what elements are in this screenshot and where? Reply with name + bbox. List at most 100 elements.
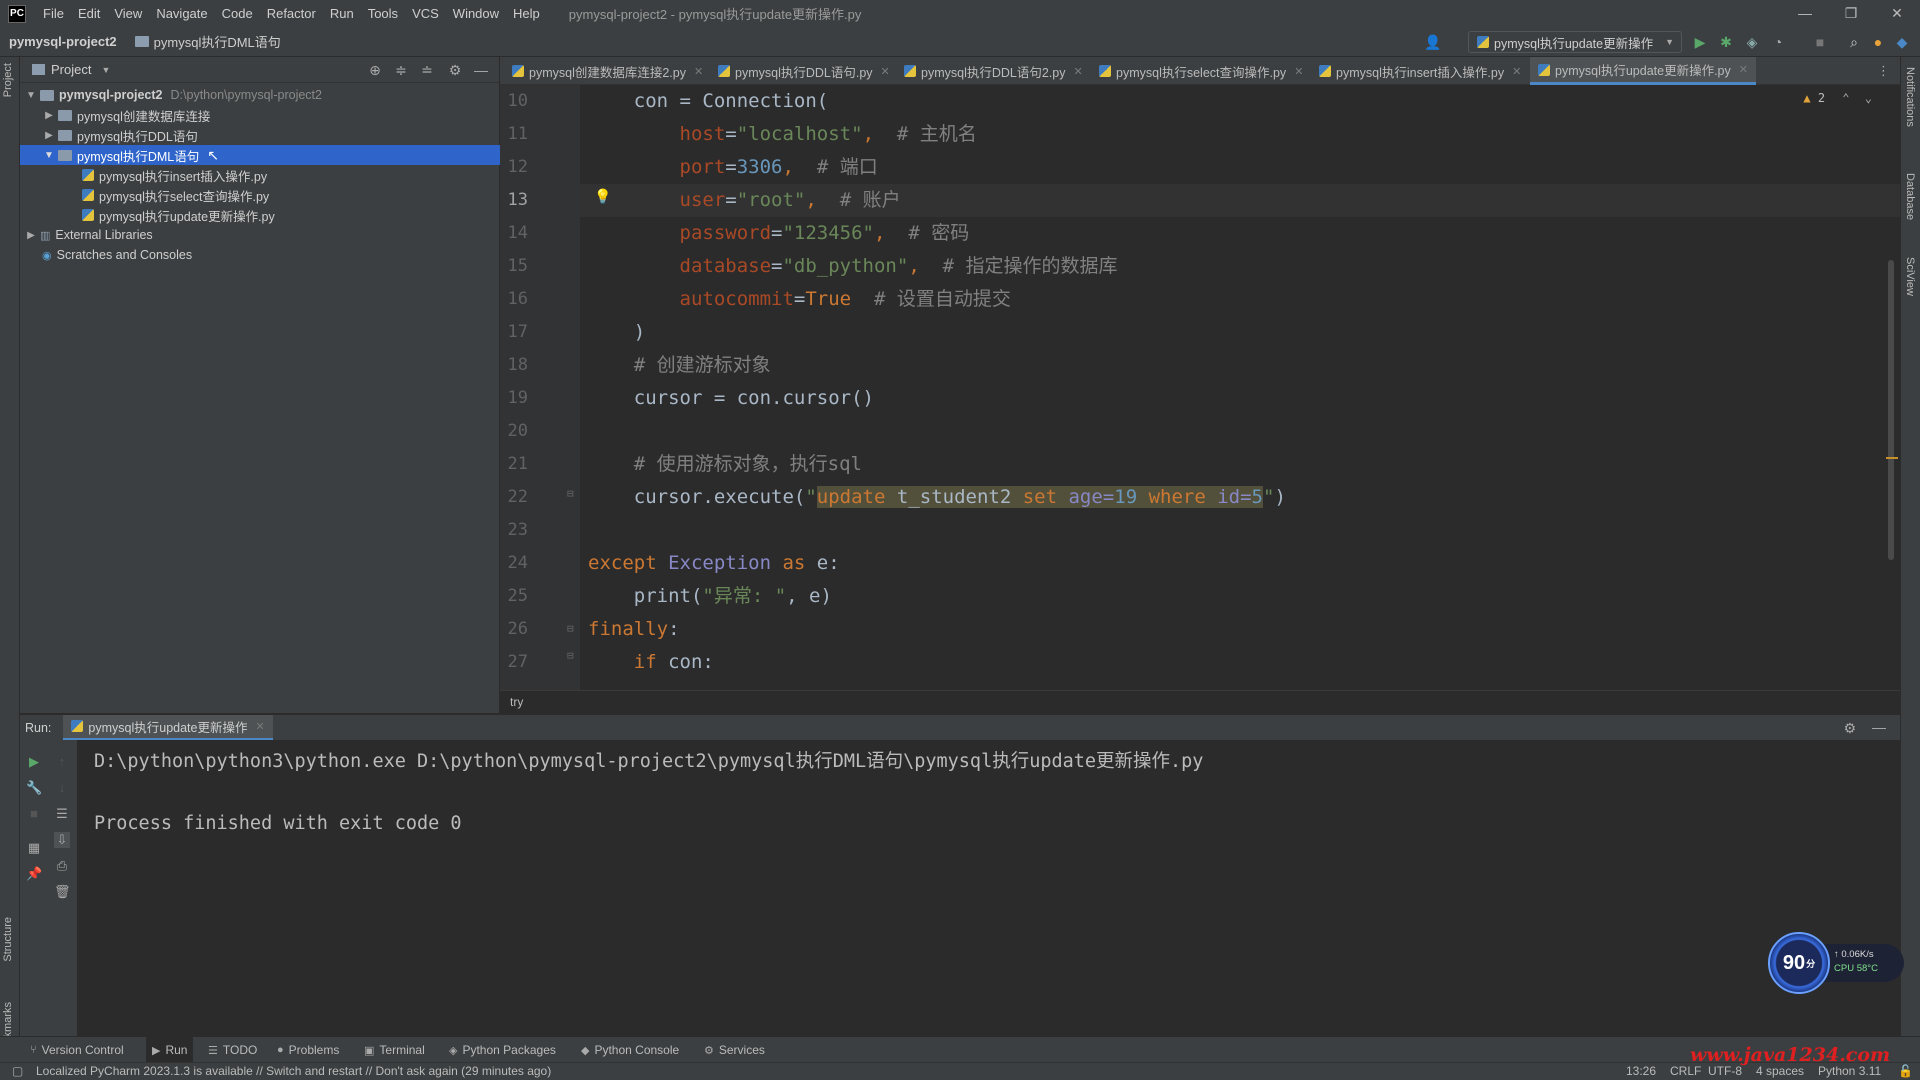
run-icon[interactable]: ▶ [1692,34,1708,50]
soft-wrap-icon[interactable]: ☰ [54,806,70,822]
restore-button[interactable]: ❐ [1828,0,1874,27]
editor-tab[interactable]: pymysql执行select查询操作.py ✕ [1091,57,1311,85]
print-icon[interactable]: ⎙ [54,858,70,874]
database-tool-button[interactable]: Database [1904,173,1916,220]
more-tabs-icon[interactable]: ⋮ [1877,63,1890,79]
editor-tab[interactable]: pymysql执行insert插入操作.py ✕ [1311,57,1529,85]
indent-setting[interactable]: 4 spaces [1756,1064,1804,1078]
tree-item-scratches[interactable]: ◉ Scratches and Consoles [20,245,500,265]
toolwindow-version-control[interactable]: ⑂ Version Control [30,1037,124,1063]
fold-icon[interactable]: ⊟ [567,487,574,500]
wrench-icon[interactable]: 🔧 [26,780,42,796]
menu-file[interactable]: File [36,6,71,21]
sciview-tool-button[interactable]: SciView [1904,257,1916,296]
menu-navigate[interactable]: Navigate [149,6,214,21]
tree-item-project-root[interactable]: ▼ pymysql-project2 D:\python\pymysql-pro… [20,85,500,105]
project-tool-button[interactable]: Project [2,63,14,97]
editor-tab[interactable]: pymysql创建数据库连接2.py ✕ [504,57,711,85]
code-line[interactable]: user="root", # 账户 [588,184,901,217]
code-line[interactable]: print("异常: ", e) [588,580,832,613]
debug-icon[interactable]: ✱ [1718,34,1734,50]
performance-widget[interactable]: ↑ 0.06K/s CPU 58°C 90 分 [1768,932,1908,994]
gear-icon[interactable]: ⚙ [446,61,464,79]
chevron-right-icon[interactable]: ▶ [42,110,56,121]
tree-item-file[interactable]: pymysql执行insert插入操作.py [20,165,500,185]
toolwindow-todo[interactable]: ☰ TODO [208,1037,257,1063]
project-view-select[interactable]: Project [51,62,91,77]
line-separator[interactable]: CRLF [1670,1064,1701,1078]
menu-help[interactable]: Help [506,6,547,21]
lightbulb-icon[interactable]: 💡 [594,189,611,205]
stop-icon[interactable]: ■ [1812,34,1828,50]
menu-run[interactable]: Run [323,6,361,21]
toolwindow-python-console[interactable]: ◆ Python Console [581,1037,679,1063]
gear-icon[interactable]: ⚙ [1843,720,1856,737]
expand-all-icon[interactable]: ≑ [392,61,410,79]
stop-icon[interactable]: ■ [26,806,42,822]
chevron-down-icon[interactable]: ▼ [24,90,38,101]
code-line[interactable]: port=3306, # 端口 [588,151,878,184]
arrow-down-icon[interactable]: ↓ [54,780,70,796]
status-icon[interactable]: ▢ [12,1064,23,1078]
jetbrains-icon[interactable]: ◆ [1894,34,1910,50]
menu-refactor[interactable]: Refactor [260,6,323,21]
close-icon[interactable]: ✕ [255,720,264,733]
fold-icon[interactable]: ⊟ [567,622,574,635]
tree-item-file[interactable]: pymysql执行update更新操作.py [20,205,500,225]
run-config-select[interactable]: pymysql执行update更新操作 ▼ [1468,31,1682,53]
close-icon[interactable]: ✕ [881,65,890,78]
caret-position[interactable]: 13:26 [1626,1064,1656,1078]
code-line[interactable]: # 创建游标对象 [588,349,771,382]
chevron-right-icon[interactable]: ▶ [42,130,56,141]
toolwindow-problems[interactable]: ● Problems [277,1037,339,1063]
tree-item-external-libraries[interactable]: ▶ ▥ External Libraries [20,225,500,245]
scroll-to-end-icon[interactable]: ⇩ [54,832,70,848]
structure-tool-button[interactable]: Structure [2,917,14,962]
warning-marker[interactable] [1886,457,1898,459]
chevron-down-icon[interactable]: ▼ [101,65,110,75]
locate-icon[interactable]: ⊕ [366,61,384,79]
editor-tab[interactable]: pymysql执行DDL语句2.py ✕ [896,57,1091,85]
code-line[interactable]: if con: [588,646,714,679]
toolwindow-python-packages[interactable]: ◈ Python Packages [449,1037,556,1063]
chevron-down-icon[interactable]: ⌄ [1865,91,1872,105]
chevron-up-icon[interactable]: ⌃ [1842,91,1849,105]
code-line[interactable]: autocommit=True # 设置自动提交 [588,283,1011,316]
update-icon[interactable]: ● [1870,34,1886,50]
code-line[interactable]: database="db_python", # 指定操作的数据库 [588,250,1118,283]
trash-icon[interactable]: 🗑 [54,884,71,900]
tree-item-folder[interactable]: ▶ pymysql执行DDL语句 [20,125,500,145]
menu-edit[interactable]: Edit [71,6,107,21]
user-icon[interactable]: 👤 [1424,34,1441,50]
code-editor[interactable]: 10 11 12 13 14 15 16 17 18 19 20 21 22 23 24 25 26 27 con… [500,85,1900,690]
lock-icon[interactable]: 🔓 [1898,1064,1913,1078]
code-breadcrumb[interactable]: try [500,690,1900,712]
chevron-right-icon[interactable]: ▶ [24,230,38,241]
code-line[interactable]: cursor.execute("update t_student2 set ag… [588,481,1286,514]
menu-vcs[interactable]: VCS [405,6,446,21]
run-console[interactable]: D:\python\python3\python.exe D:\python\p… [78,740,1900,1036]
toolwindow-run[interactable]: ▶ Run [146,1037,194,1063]
status-message[interactable]: Localized PyCharm 2023.1.3 is available … [36,1064,551,1078]
search-icon[interactable]: ⌕ [1846,34,1862,50]
code-line[interactable]: # 使用游标对象，执行sql [588,448,862,481]
file-encoding[interactable]: UTF-8 [1708,1064,1742,1078]
profile-icon[interactable]: ◔ [1770,34,1786,50]
toolwindow-services[interactable]: ⚙ Services [704,1037,765,1063]
coverage-icon[interactable]: ◈ [1744,34,1760,50]
editor-scrollbar[interactable] [1888,260,1894,560]
code-line[interactable]: host="localhost", # 主机名 [588,118,977,151]
close-icon[interactable]: ✕ [1739,63,1748,76]
close-icon[interactable]: ✕ [1073,65,1082,78]
menu-window[interactable]: Window [446,6,506,21]
close-icon[interactable]: ✕ [694,65,703,78]
close-icon[interactable]: ✕ [1512,65,1521,78]
warning-indicator[interactable]: ▲ 2 ⌃ ⌄ [1803,91,1872,105]
fold-icon[interactable]: ⊟ [567,649,574,662]
menu-code[interactable]: Code [215,6,260,21]
editor-tab-active[interactable]: pymysql执行update更新操作.py ✕ [1530,57,1756,85]
run-tab[interactable]: pymysql执行update更新操作 ✕ [63,714,273,741]
arrow-up-icon[interactable]: ↑ [54,754,70,770]
tree-item-folder-selected[interactable]: ▼ pymysql执行DML语句 ↖ [20,145,500,165]
editor-tab[interactable]: pymysql执行DDL语句.py ✕ [710,57,898,85]
